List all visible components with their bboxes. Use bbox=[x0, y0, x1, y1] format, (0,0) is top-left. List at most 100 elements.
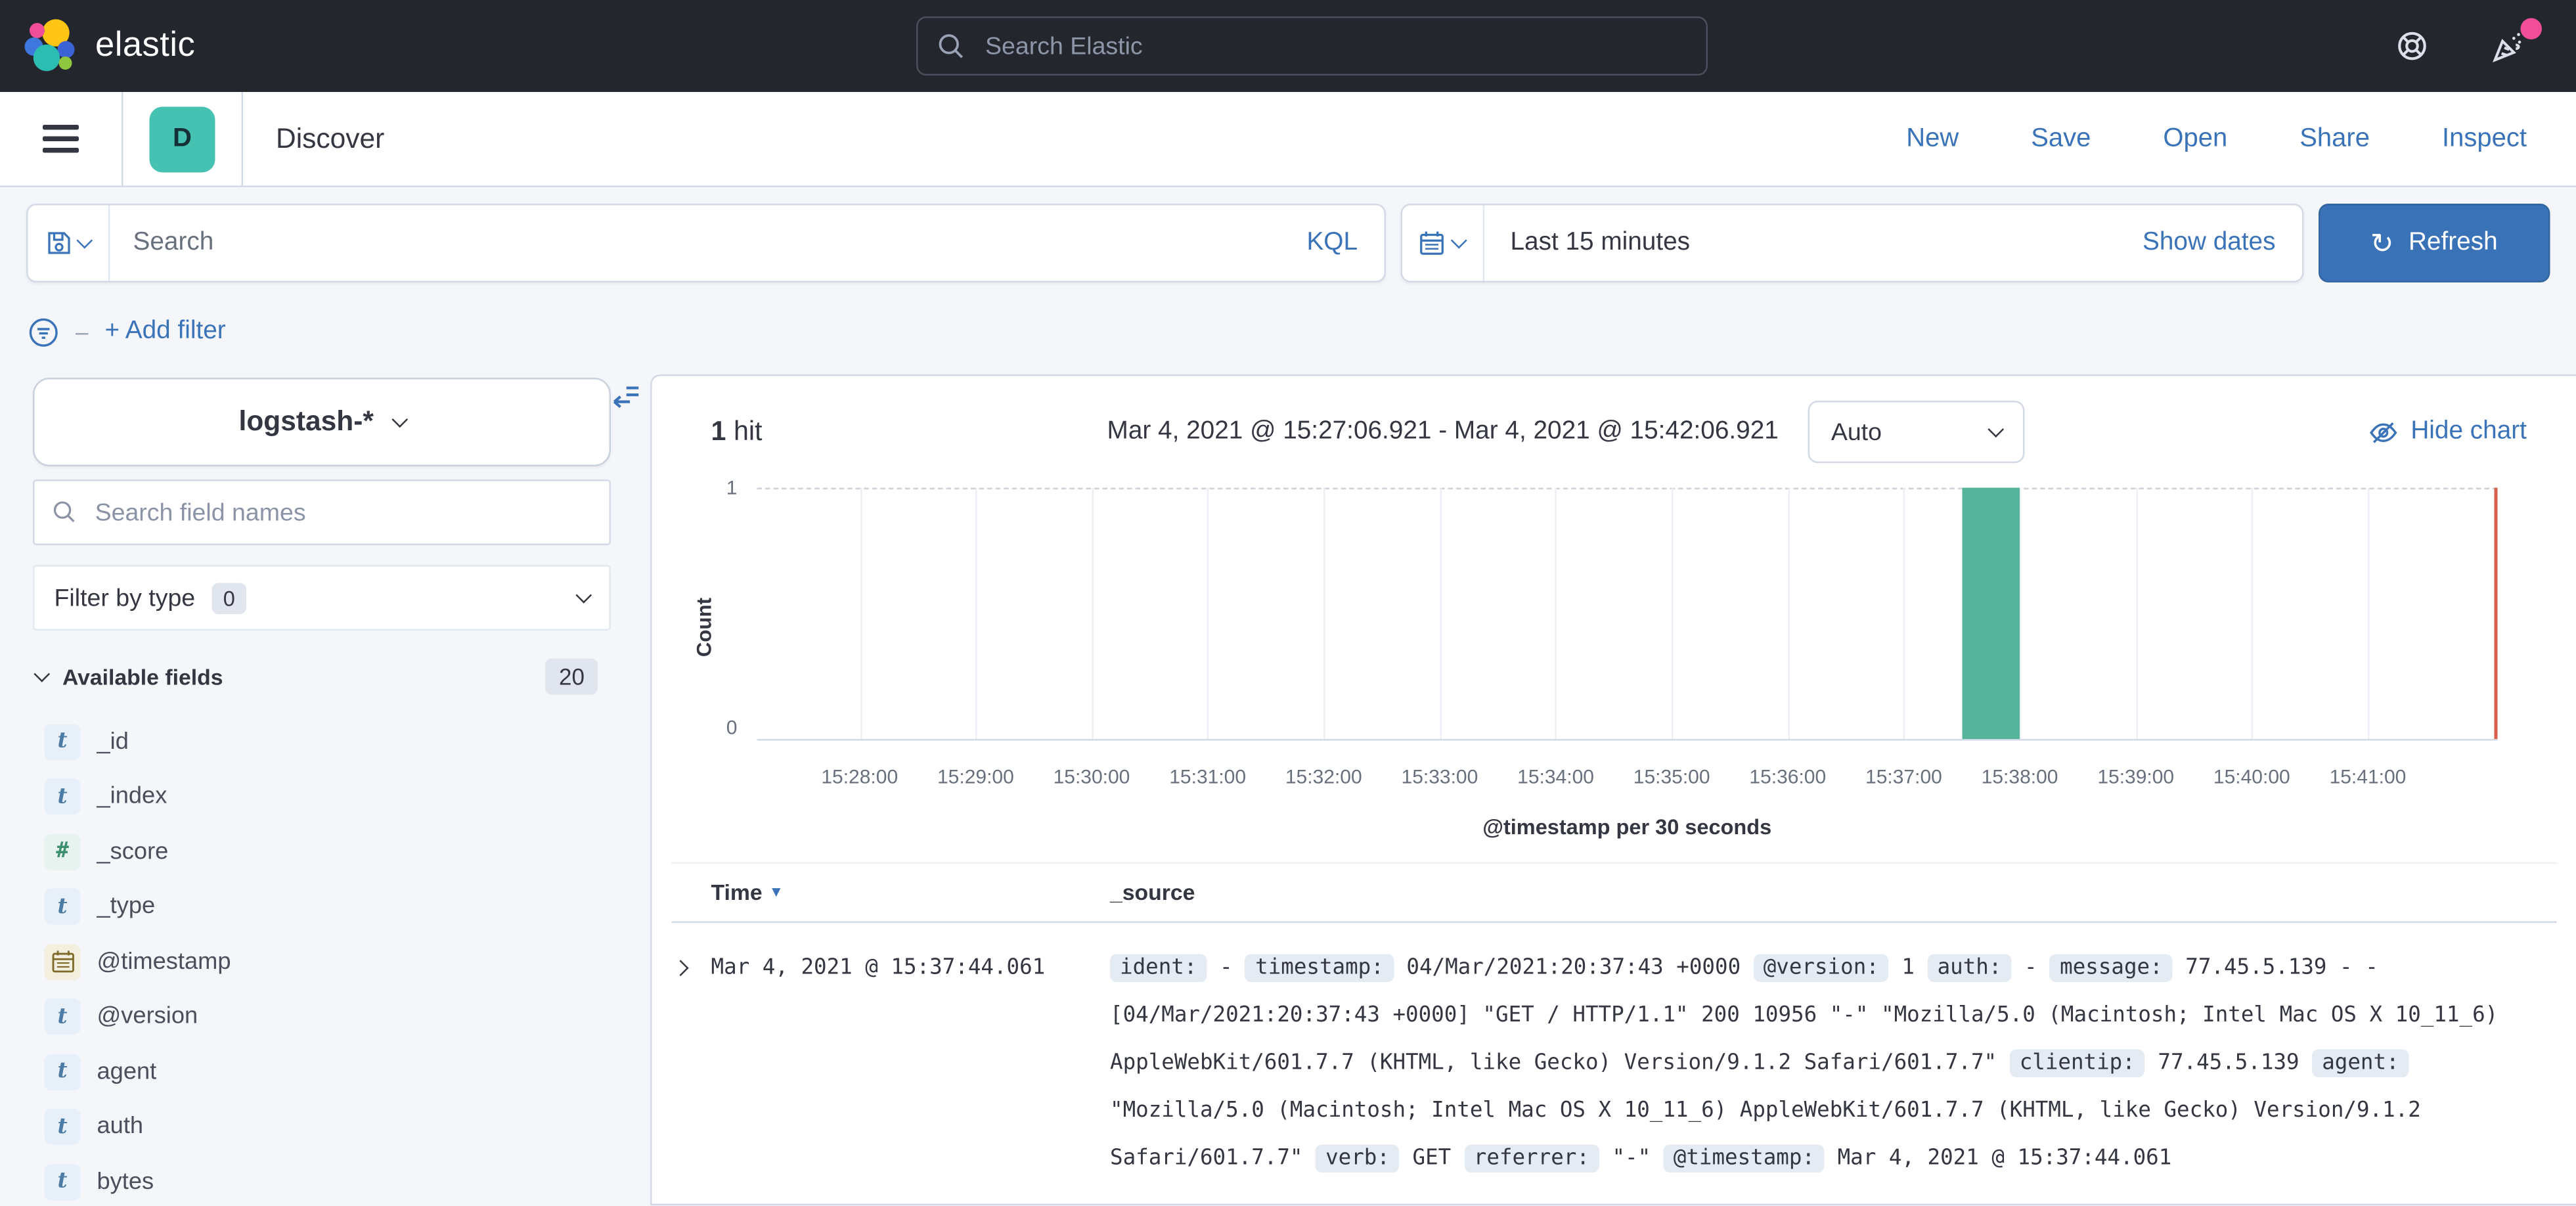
gridline bbox=[1092, 488, 1094, 740]
field-item-_index[interactable]: t_index bbox=[33, 769, 611, 824]
expand-row-button[interactable] bbox=[672, 945, 711, 983]
action-inspect[interactable]: Inspect bbox=[2442, 124, 2527, 154]
histogram-bar[interactable] bbox=[1962, 488, 2020, 740]
refresh-label: Refresh bbox=[2409, 229, 2498, 258]
action-open[interactable]: Open bbox=[2163, 124, 2227, 154]
gridline bbox=[1672, 488, 1674, 740]
search-input-group: KQL bbox=[26, 204, 1385, 282]
kql-switch[interactable]: KQL bbox=[1280, 206, 1384, 281]
filter-bar: – + Add filter bbox=[0, 299, 2576, 365]
add-filter-link[interactable]: + Add filter bbox=[104, 317, 225, 347]
interval-select[interactable]: Auto bbox=[1808, 401, 2025, 463]
field-item-bytes[interactable]: tbytes bbox=[33, 1155, 611, 1206]
menu-icon[interactable] bbox=[43, 125, 79, 153]
filter-icon[interactable] bbox=[28, 316, 60, 347]
string-type-icon: t bbox=[45, 724, 81, 760]
chart-time-range: Mar 4, 2021 @ 15:27:06.921 - Mar 4, 2021… bbox=[1107, 417, 1779, 447]
field-item-@version[interactable]: t@version bbox=[33, 989, 611, 1044]
field-item-auth[interactable]: tauth bbox=[33, 1100, 611, 1155]
results-panel: 1 hit Mar 4, 2021 @ 15:27:06.921 - Mar 4… bbox=[650, 374, 2576, 1206]
newsfeed-icon[interactable] bbox=[2489, 27, 2527, 65]
field-item-_type[interactable]: t_type bbox=[33, 880, 611, 935]
date-picker-group: Last 15 minutes Show dates bbox=[1400, 204, 2303, 282]
x-axis-label: @timestamp per 30 seconds bbox=[757, 815, 2497, 839]
refresh-button[interactable]: ↻ Refresh bbox=[2318, 204, 2550, 282]
field-item-_id[interactable]: t_id bbox=[33, 715, 611, 770]
filter-by-type-dropdown[interactable]: Filter by type 0 bbox=[33, 565, 611, 631]
show-dates-link[interactable]: Show dates bbox=[2116, 206, 2302, 281]
top-bar-icons bbox=[2393, 0, 2576, 92]
help-icon[interactable] bbox=[2393, 28, 2430, 64]
field-search-input[interactable] bbox=[92, 497, 591, 528]
available-fields-label: Available fields bbox=[62, 664, 223, 689]
number-type-icon: # bbox=[45, 834, 81, 870]
x-tick-label: 15:40:00 bbox=[2213, 765, 2290, 788]
gridline bbox=[2136, 488, 2138, 740]
chevron-down-icon bbox=[391, 411, 407, 427]
y-tick-min: 0 bbox=[695, 716, 738, 739]
field-name: bytes bbox=[97, 1169, 154, 1195]
x-tick-label: 15:36:00 bbox=[1749, 765, 1826, 788]
gridline bbox=[2020, 488, 2022, 740]
row-time-cell: Mar 4, 2021 @ 15:37:44.061 bbox=[711, 945, 1111, 993]
search-input[interactable] bbox=[110, 206, 1281, 281]
index-pattern-selector[interactable]: logstash-* bbox=[33, 378, 611, 466]
documents-table: Time▼ _source Mar 4, 2021 @ 15:37:44.061… bbox=[672, 862, 2556, 1183]
global-search-input[interactable] bbox=[982, 30, 1687, 62]
action-save[interactable]: Save bbox=[2031, 124, 2091, 154]
index-pattern-label: logstash-* bbox=[239, 406, 374, 439]
source-field-key: verb: bbox=[1316, 1145, 1400, 1173]
hide-chart-link[interactable]: Hide chart bbox=[2370, 417, 2556, 447]
time-column-header[interactable]: Time▼ bbox=[711, 880, 1111, 905]
field-name: _index bbox=[97, 784, 167, 810]
brand[interactable]: elastic bbox=[0, 18, 195, 74]
refresh-icon: ↻ bbox=[2370, 229, 2394, 257]
source-field-key: auth: bbox=[1928, 954, 2012, 983]
global-search[interactable] bbox=[916, 16, 1708, 76]
gridline bbox=[1556, 488, 1558, 740]
string-type-icon: t bbox=[45, 889, 81, 925]
table-header: Time▼ _source bbox=[672, 864, 2556, 923]
source-field-key: @timestamp: bbox=[1664, 1145, 1825, 1173]
gridline bbox=[1903, 488, 1905, 740]
page-title: Discover bbox=[276, 122, 384, 155]
discover-app-badge[interactable]: D bbox=[150, 106, 215, 171]
field-list: t_idt_index#_scoret_type@timestampt@vers… bbox=[33, 715, 611, 1206]
action-new[interactable]: New bbox=[1906, 124, 1959, 154]
x-tick-label: 15:29:00 bbox=[937, 765, 1014, 788]
field-item-@timestamp[interactable]: @timestamp bbox=[33, 935, 611, 990]
source-field-key: referrer: bbox=[1464, 1145, 1599, 1173]
chevron-right-icon bbox=[673, 960, 689, 976]
gridline bbox=[2368, 488, 2370, 740]
x-tick-label: 15:28:00 bbox=[821, 765, 898, 788]
histogram-chart: Count 1 0 15:28:0015:29:0015:30:0015:31:… bbox=[672, 475, 2556, 846]
save-icon bbox=[46, 230, 72, 256]
field-search[interactable] bbox=[33, 480, 611, 545]
source-field-key: message: bbox=[2050, 954, 2173, 983]
action-share[interactable]: Share bbox=[2299, 124, 2370, 154]
x-tick-label: 15:37:00 bbox=[1865, 765, 1942, 788]
calendar-button[interactable] bbox=[1402, 206, 1484, 281]
source-field-key: timestamp: bbox=[1245, 954, 1394, 983]
collapse-sidebar-icon[interactable] bbox=[611, 381, 642, 420]
filter-by-type-count: 0 bbox=[211, 582, 246, 614]
gridline bbox=[860, 488, 862, 740]
available-fields-header[interactable]: Available fields 20 bbox=[33, 659, 611, 695]
notification-dot bbox=[2520, 17, 2542, 39]
content-area: logstash-* Filter by type 0 Available fi… bbox=[0, 365, 2576, 1206]
gridline bbox=[975, 488, 977, 740]
hit-count-number: 1 bbox=[711, 416, 726, 446]
x-tick-label: 15:32:00 bbox=[1285, 765, 1362, 788]
field-item-_score[interactable]: #_score bbox=[33, 824, 611, 880]
search-icon bbox=[938, 32, 966, 60]
gridline bbox=[1440, 488, 1442, 740]
chevron-down-icon bbox=[33, 665, 50, 682]
saved-query-button[interactable] bbox=[28, 206, 110, 281]
chevron-down-icon bbox=[1988, 420, 2005, 437]
field-item-agent[interactable]: tagent bbox=[33, 1044, 611, 1100]
gridline bbox=[1788, 488, 1790, 740]
interval-value: Auto bbox=[1831, 418, 1882, 446]
source-field-key: clientip: bbox=[2010, 1050, 2145, 1078]
time-range-display[interactable]: Last 15 minutes bbox=[1484, 206, 2116, 281]
filter-by-type-label: Filter by type bbox=[55, 584, 196, 612]
